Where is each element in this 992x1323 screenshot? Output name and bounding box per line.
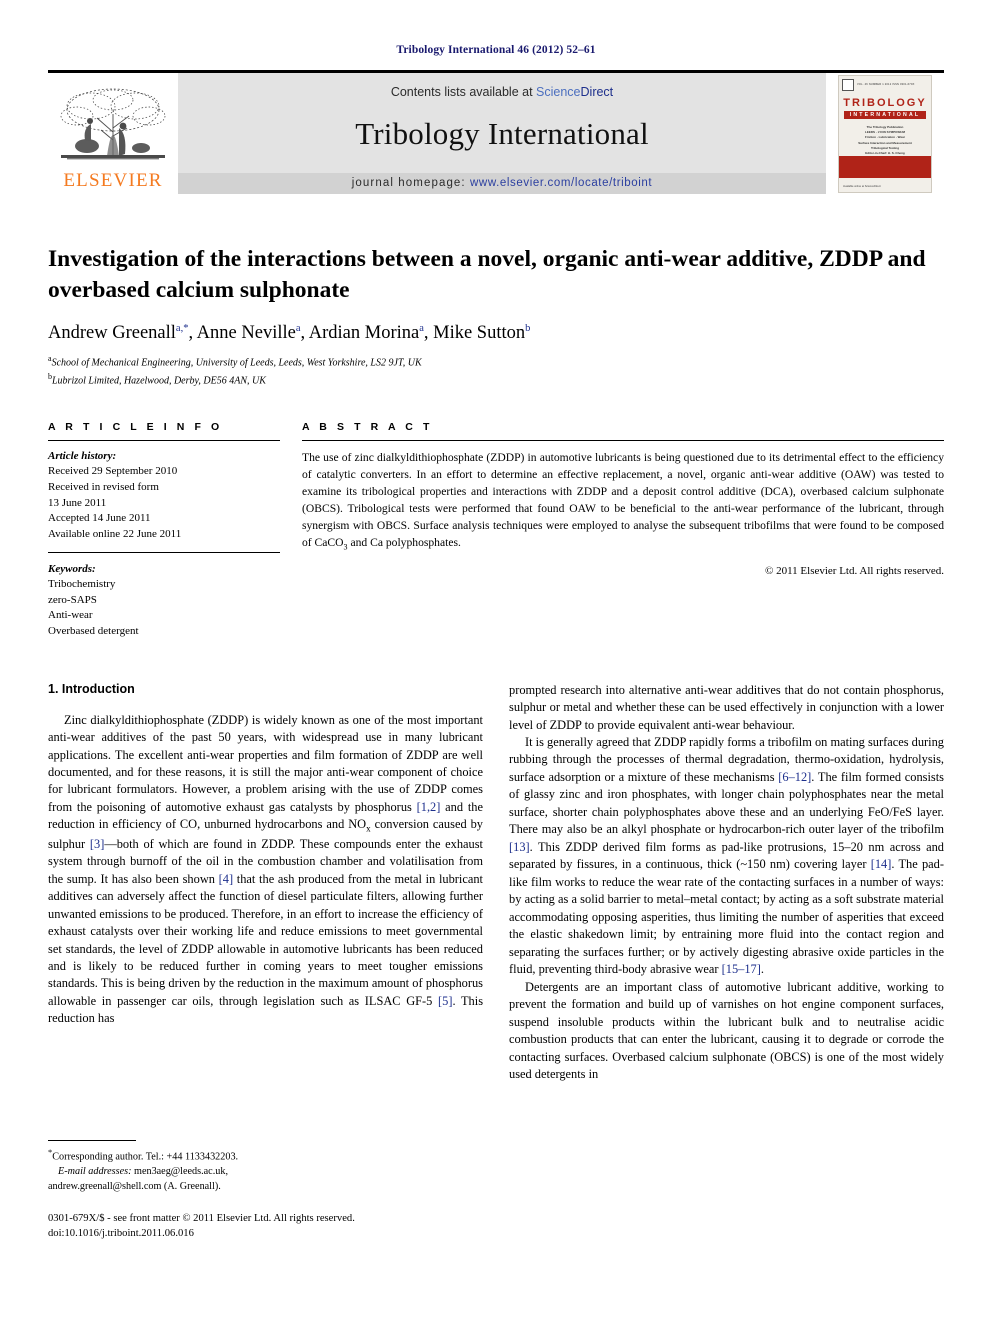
history-line: 13 June 2011 [48, 496, 107, 509]
keyword-item: Overbased detergent [48, 624, 139, 637]
journal-homepage-bar: journal homepage: www.elsevier.com/locat… [178, 173, 826, 194]
journal-masthead: ELSEVIER Contents lists available at Sci… [48, 70, 944, 194]
author-list: Andrew Greenalla,*, Anne Nevillea, Ardia… [48, 323, 531, 344]
section-heading-introduction: 1. Introduction [48, 681, 135, 696]
cover-red-band [839, 155, 931, 178]
homepage-url[interactable]: www.elsevier.com/locate/triboint [470, 177, 652, 189]
footnote-rule [48, 1140, 136, 1142]
keyword-item: zero-SAPS [48, 593, 97, 606]
article-history: Article history: Received 29 September 2… [48, 449, 280, 543]
email-address-secondary: andrew.greenall@shell.com (A. Greenall). [48, 1181, 221, 1193]
article-info-column: A R T I C L E I N F O Article history: R… [48, 421, 280, 640]
sciencedirect-science[interactable]: Science [536, 85, 580, 99]
running-head: Tribology International 46 (2012) 52–61 [396, 44, 596, 56]
journal-title: Tribology International [355, 116, 649, 151]
affiliation-a: aSchool of Mechanical Engineering, Unive… [48, 354, 422, 369]
journal-cover-thumbnail: VOL. 46 NUMBER 1 2012 ISSN 0301-679X TRI… [838, 74, 932, 193]
abstract-text: The use of zinc dialkyldithiophosphate (… [302, 450, 944, 552]
elsevier-logo: ELSEVIER [48, 73, 178, 194]
abstract-copyright: © 2011 Elsevier Ltd. All rights reserved… [764, 565, 944, 578]
paragraph: Zinc dialkyldithiophosphate (ZDDP) is wi… [48, 712, 484, 1026]
contents-prefix: Contents lists available at [390, 85, 537, 99]
paragraph: prompted research into alternative anti-… [509, 682, 944, 732]
corresponding-author-note: *Corresponding author. Tel.: +44 1133432… [48, 1147, 239, 1163]
keyword-item: Anti-wear [48, 609, 93, 622]
journal-cover-container: VOL. 46 NUMBER 1 2012 ISSN 0301-679X TRI… [826, 73, 944, 194]
cover-top-row: VOL. 46 NUMBER 1 2012 ISSN 0301-679X [839, 76, 931, 91]
contents-available-line: Contents lists available at ScienceDirec… [391, 85, 613, 99]
cover-footer-text: Available online at ScienceDirect [843, 185, 881, 189]
paper-page: Tribology International 46 (2012) 52–61 [0, 0, 992, 1323]
history-line: Received 29 September 2010 [48, 465, 178, 478]
affiliation-b-text: Lubrizol Limited, Hazelwood, Derby, DE56… [52, 375, 266, 387]
affiliations: aSchool of Mechanical Engineering, Unive… [48, 353, 944, 389]
cover-elsevier-badge-icon [842, 78, 854, 91]
article-info-rule [48, 439, 280, 441]
cover-top-line: VOL. 46 NUMBER 1 2012 ISSN 0301-679X [857, 82, 915, 86]
keywords-label: Keywords: [48, 562, 96, 575]
keywords-rule [48, 551, 280, 553]
doi-line: doi:10.1016/j.triboint.2011.06.016 [48, 1228, 194, 1240]
footnote-block: *Corresponding author. Tel.: +44 1133432… [48, 1140, 483, 1241]
homepage-label: journal homepage: [351, 177, 471, 189]
history-line: Available online 22 June 2011 [48, 527, 182, 540]
affiliation-b: bLubrizol Limited, Hazelwood, Derby, DE5… [48, 372, 266, 387]
body-column-right: prompted research into alternative anti-… [509, 682, 944, 1242]
elsevier-wordmark: ELSEVIER [63, 170, 163, 191]
email-addresses-note: E-mail addresses: men3aeg@leeds.ac.uk, [58, 1166, 228, 1178]
masthead-center: Contents lists available at ScienceDirec… [178, 73, 826, 194]
keywords-block: Keywords: Tribochemistry zero-SAPS Anti-… [48, 562, 280, 640]
history-line: Accepted 14 June 2011 [48, 512, 151, 525]
history-line: Received in revised form [48, 481, 159, 494]
elsevier-tree-icon [57, 84, 169, 170]
cover-title-tribology: TRIBOLOGY [843, 96, 927, 109]
cover-title-international: INTERNATIONAL [844, 110, 926, 119]
paragraph: It is generally agreed that ZDDP rapidly… [509, 735, 944, 977]
affiliation-a-text: School of Mechanical Engineering, Univer… [51, 357, 422, 369]
body-columns: 1. Introduction Zinc dialkyldithiophosph… [48, 682, 944, 1242]
article-history-label: Article history: [48, 449, 117, 462]
front-matter-notice: 0301-679X/$ - see front matter © 2011 El… [48, 1211, 483, 1242]
abstract-rule [302, 439, 944, 441]
info-abstract-block: A R T I C L E I N F O Article history: R… [48, 421, 944, 640]
issn-copyright-line: 0301-679X/$ - see front matter © 2011 El… [48, 1212, 355, 1224]
article-info-heading: A R T I C L E I N F O [48, 420, 223, 433]
paragraph: Detergents are an important class of aut… [509, 979, 944, 1082]
abstract-heading: A B S T R A C T [302, 420, 433, 433]
abstract-column: A B S T R A C T The use of zinc dialkyld… [302, 421, 944, 640]
keyword-item: Tribochemistry [48, 578, 116, 591]
page-title: Investigation of the interactions betwee… [48, 246, 926, 304]
sciencedirect-direct[interactable]: Direct [581, 85, 614, 99]
body-column-left: 1. Introduction Zinc dialkyldithiophosph… [48, 682, 483, 1242]
